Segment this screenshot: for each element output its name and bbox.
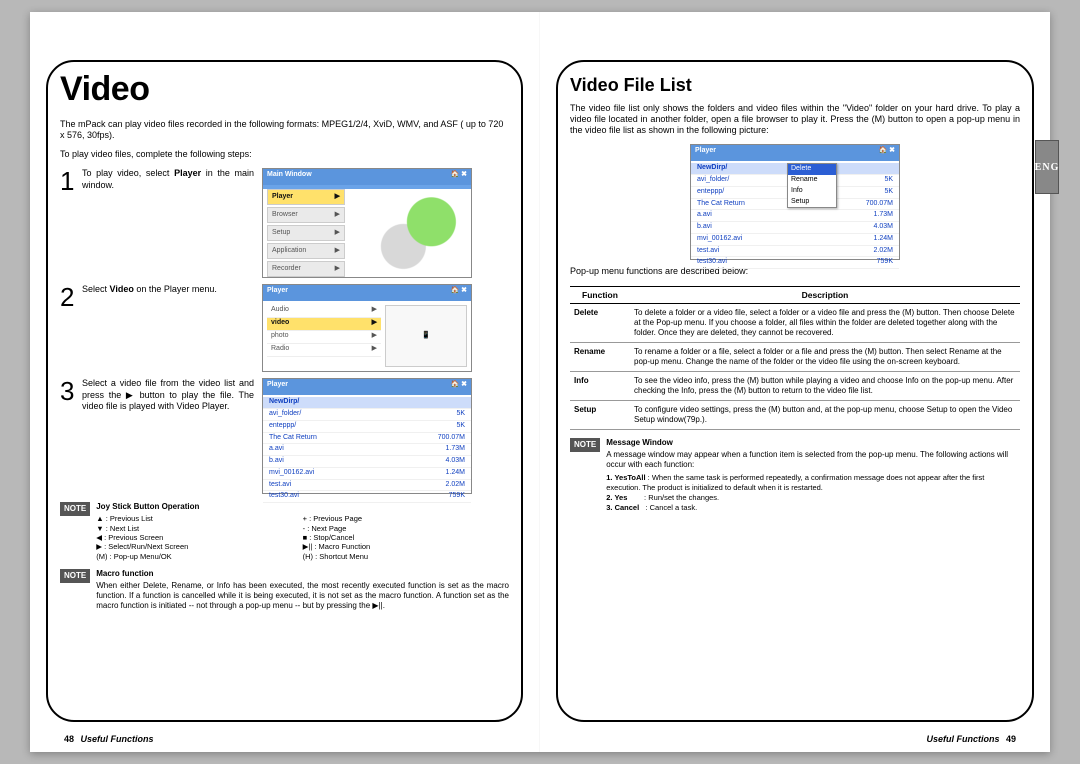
table-header-description: Description [630,286,1020,304]
step-desc: Select a video file from the video list … [82,378,262,494]
language-tab: ENG [1035,140,1059,194]
table-row: SetupTo configure video settings, press … [570,401,1020,430]
table-header-function: Function [570,286,630,304]
note-body: When either Delete, Rename, or Info has … [96,581,509,611]
table-row: RenameTo rename a folder or a file, sele… [570,343,1020,372]
section-title: Video File List [570,74,1020,97]
screenshot-popup: Player🏠 ✖ NewDirp/ avi_folder/5K enteppp… [690,144,900,260]
manual-spread: Video The mPack can play video files rec… [30,12,1050,752]
function-table: Function Description DeleteTo delete a f… [570,286,1020,431]
section-intro: The video file list only shows the folde… [570,103,1020,137]
page-footer: Useful Functions 49 [926,734,1020,744]
note-joystick: NOTE Joy Stick Button Operation ▲ : Prev… [60,502,509,561]
note-title: Message Window [606,438,1020,448]
intro-2: To play video files, complete the follow… [60,149,509,160]
step-num: 1 [60,168,82,278]
note-title: Macro function [96,569,509,579]
step-num: 3 [60,378,82,494]
page-48: Video The mPack can play video files rec… [30,12,540,752]
popup-menu: Delete Rename Info Setup [787,163,837,208]
note-label: NOTE [570,438,600,452]
screenshot-file-list: Player🏠 ✖ NewDirp/ avi_folder/5K enteppp… [262,378,472,494]
step-2: 2 Select Video on the Player menu. Playe… [60,284,509,372]
table-row: InfoTo see the video info, press the (M)… [570,372,1020,401]
note-label: NOTE [60,502,90,516]
screenshot-player-menu: Player🏠 ✖ Audio▶ video▶ photo▶ Radio▶ 📱 [262,284,472,372]
page-title: Video [60,68,509,111]
page-footer: 48 Useful Functions [60,734,154,744]
step-num: 2 [60,284,82,372]
note-message-window: NOTE Message Window A message window may… [570,438,1020,514]
step-1: 1 To play video, select Player in the ma… [60,168,509,278]
screenshot-main-window: Main Window🏠 ✖ Player▶ Browser▶ Setup▶ A… [262,168,472,278]
note-title: Joy Stick Button Operation [96,502,509,512]
step-3: 3 Select a video file from the video lis… [60,378,509,494]
page-49: ENG Video File List The video file list … [540,12,1050,752]
step-desc: To play video, select Player in the main… [82,168,262,278]
note-label: NOTE [60,569,90,583]
step-desc: Select Video on the Player menu. [82,284,262,372]
table-row: DeleteTo delete a folder or a video file… [570,304,1020,343]
player-thumbnail: 📱 [385,305,467,367]
note-macro: NOTE Macro function When either Delete, … [60,569,509,611]
intro-1: The mPack can play video files recorded … [60,119,509,142]
